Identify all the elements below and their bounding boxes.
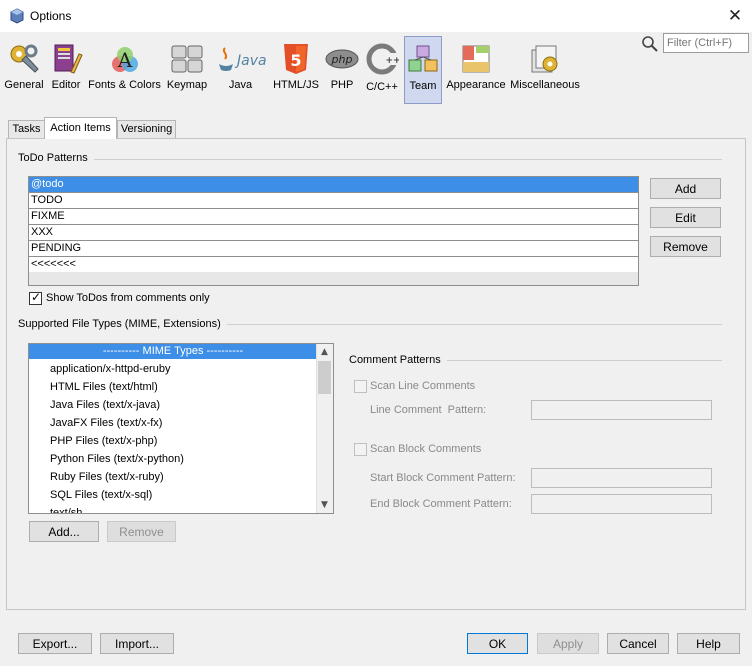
ok-button[interactable]: OK [467, 633, 528, 654]
svg-text:++: ++ [385, 56, 399, 66]
todo-pattern-item[interactable]: @todo [29, 177, 638, 193]
tab-action-items[interactable]: Action Items [44, 117, 117, 139]
todo-list-empty-area [29, 272, 638, 285]
mime-list-item[interactable]: text/sh [29, 504, 317, 513]
export-button[interactable]: Export... [18, 633, 92, 654]
scan-block-comments-label[interactable]: Scan Block Comments [370, 443, 481, 455]
category-java[interactable]: Java Java [213, 36, 268, 104]
appearance-icon [459, 42, 493, 76]
todo-pattern-item[interactable]: TODO [29, 193, 638, 209]
remove-mime-button[interactable]: Remove [107, 521, 176, 542]
html5-icon: 5 [279, 42, 313, 76]
end-block-pattern-field[interactable] [531, 494, 712, 514]
help-button[interactable]: Help [677, 633, 740, 654]
title-bar [0, 0, 752, 32]
category-html-js[interactable]: 5 HTML/JS [272, 36, 320, 104]
category-label: Fonts & Colors [88, 79, 161, 91]
app-icon [10, 8, 24, 24]
line-comment-pattern-label: Line Comment Pattern: [370, 404, 487, 416]
section-separator [444, 360, 722, 361]
category-miscellaneous[interactable]: Miscellaneous [510, 36, 580, 104]
edit-pattern-button[interactable]: Edit [650, 207, 721, 228]
window-title: Options [30, 9, 72, 23]
todo-section-title: ToDo Patterns [18, 152, 94, 164]
scan-line-comments-checkbox[interactable] [354, 380, 367, 393]
todo-pattern-item[interactable]: XXX [29, 225, 638, 241]
general-icon [7, 42, 41, 76]
mime-list-item[interactable]: HTML Files (text/html) [29, 378, 317, 396]
show-todos-label[interactable]: Show ToDos from comments only [46, 292, 210, 304]
end-block-pattern-label: End Block Comment Pattern: [370, 498, 512, 510]
todo-pattern-item[interactable]: <<<<<<< [29, 257, 638, 273]
scan-line-comments-label[interactable]: Scan Line Comments [370, 380, 475, 392]
category-editor[interactable]: Editor [47, 36, 85, 104]
mime-types-list[interactable]: ---------- MIME Types ---------- applica… [28, 343, 334, 514]
show-todos-checkbox[interactable]: ✓ [29, 290, 42, 305]
tab-tasks[interactable]: Tasks [8, 120, 45, 138]
mime-list-item[interactable]: SQL Files (text/x-sql) [29, 486, 317, 504]
svg-text:A: A [116, 48, 132, 72]
add-mime-button[interactable]: Add... [29, 521, 99, 542]
miscellaneous-icon [528, 42, 562, 76]
category-label: Java [228, 79, 253, 91]
category-label: General [4, 79, 44, 91]
start-block-pattern-label: Start Block Comment Pattern: [370, 472, 516, 484]
category-php[interactable]: php PHP [324, 36, 360, 104]
category-label: Team [409, 80, 437, 92]
mime-list-item[interactable]: Java Files (text/x-java) [29, 396, 317, 414]
tab-versioning[interactable]: Versioning [117, 120, 176, 138]
mime-list-item[interactable]: Ruby Files (text/x-ruby) [29, 468, 317, 486]
mime-list-item[interactable]: application/x-httpd-eruby [29, 360, 317, 378]
scroll-down-icon[interactable]: ▼ [316, 497, 333, 513]
file-types-section-title: Supported File Types (MIME, Extensions) [18, 318, 227, 330]
close-icon[interactable]: ✕ [722, 3, 748, 29]
mime-list-item[interactable]: PHP Files (text/x-php) [29, 432, 317, 450]
java-icon: Java [216, 42, 266, 76]
category-label: PHP [330, 79, 354, 91]
apply-button[interactable]: Apply [537, 633, 599, 654]
category-keymap[interactable]: Keymap [164, 36, 210, 104]
remove-pattern-button[interactable]: Remove [650, 236, 721, 257]
editor-icon [49, 42, 83, 76]
start-block-pattern-field[interactable] [531, 468, 712, 488]
fonts-colors-icon: A [108, 42, 142, 76]
team-icon [406, 43, 440, 77]
section-separator [222, 324, 722, 325]
mime-list-item[interactable]: JavaFX Files (text/x-fx) [29, 414, 317, 432]
category-label: Editor [51, 79, 81, 91]
filter-input[interactable] [663, 33, 749, 53]
comment-patterns-title: Comment Patterns [349, 354, 447, 366]
cpp-icon: ++ [365, 42, 401, 76]
add-pattern-button[interactable]: Add [650, 178, 721, 199]
svg-text:php: php [331, 53, 353, 66]
svg-text:5: 5 [290, 51, 301, 70]
search-icon [641, 35, 659, 53]
svg-text:Java: Java [234, 53, 266, 69]
todo-patterns-list[interactable]: @todo TODO FIXME XXX PENDING <<<<<<< [28, 176, 639, 286]
category-label: Keymap [166, 79, 208, 91]
mime-list-item[interactable]: ---------- MIME Types ---------- [29, 344, 317, 359]
section-separator [92, 159, 722, 160]
category-label: HTML/JS [273, 79, 319, 91]
category-label: Appearance [446, 79, 506, 91]
category-label: C/C++ [366, 81, 398, 93]
scrollbar-thumb[interactable] [318, 361, 331, 394]
category-appearance[interactable]: Appearance [445, 36, 507, 104]
line-comment-pattern-field[interactable] [531, 400, 712, 420]
cancel-button[interactable]: Cancel [607, 633, 669, 654]
checkmark-icon: ✓ [31, 290, 42, 304]
category-general[interactable]: General [3, 36, 45, 104]
todo-pattern-item[interactable]: PENDING [29, 241, 638, 257]
mime-list-item[interactable]: Python Files (text/x-python) [29, 450, 317, 468]
category-c-cpp[interactable]: ++ C/C++ [362, 36, 402, 104]
php-icon: php [325, 42, 359, 76]
category-label: Miscellaneous [510, 79, 580, 91]
keymap-icon [170, 42, 204, 76]
scan-block-comments-checkbox[interactable] [354, 443, 367, 456]
todo-pattern-item[interactable]: FIXME [29, 209, 638, 225]
category-fonts-colors[interactable]: A Fonts & Colors [87, 36, 162, 104]
scroll-up-icon[interactable]: ▲ [316, 344, 333, 360]
import-button[interactable]: Import... [100, 633, 174, 654]
category-team[interactable]: Team [404, 36, 442, 104]
